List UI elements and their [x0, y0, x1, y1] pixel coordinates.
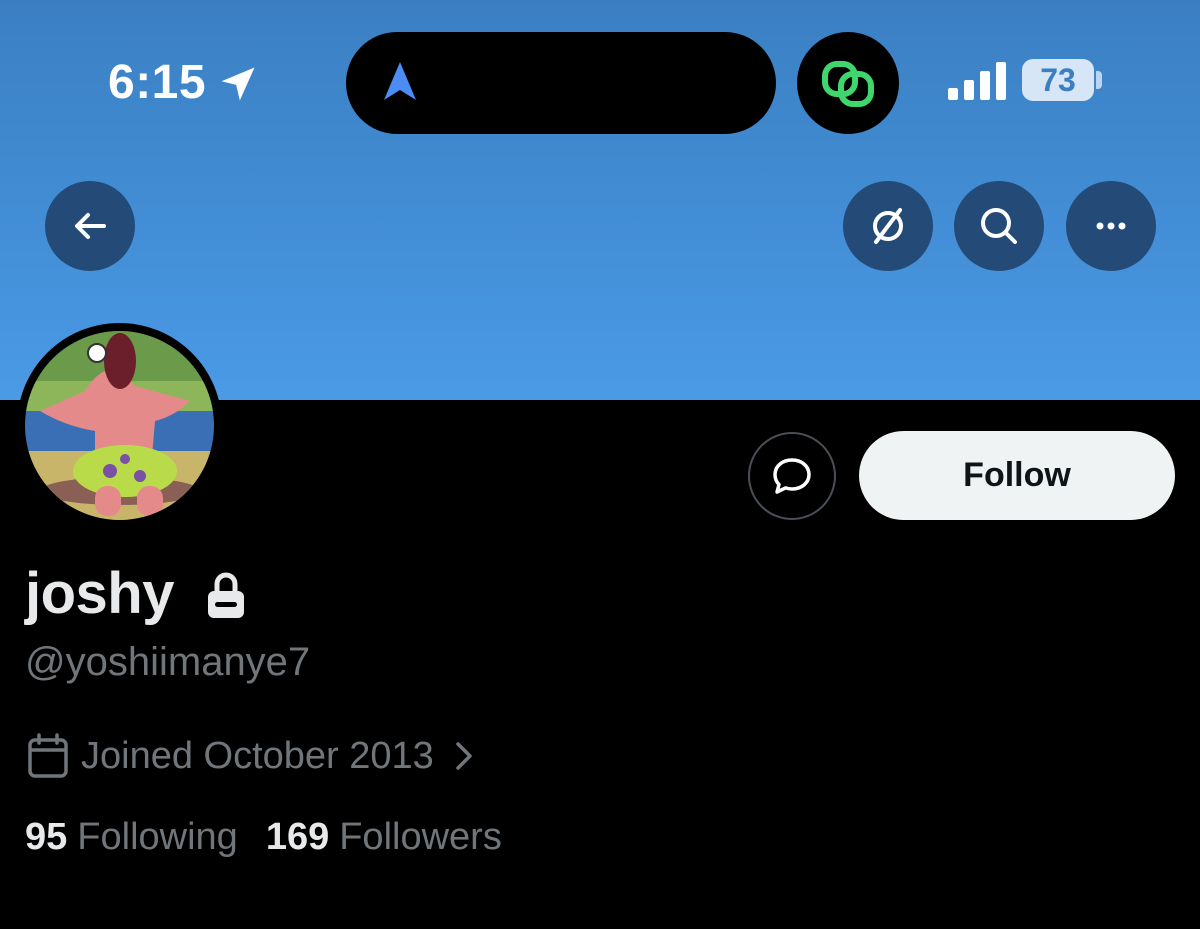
more-icon: [1096, 222, 1126, 230]
lock-icon: [208, 572, 244, 618]
message-bubble-icon: [773, 458, 811, 494]
battery-nub: [1096, 71, 1102, 89]
following-count: 95: [25, 816, 68, 858]
profile-avatar[interactable]: [17, 323, 222, 528]
battery-icon: 73: [1022, 59, 1094, 101]
status-time: 6:15: [108, 56, 207, 109]
follow-button[interactable]: Follow: [859, 431, 1175, 520]
location-arrow-icon: [221, 67, 255, 101]
followers-stat[interactable]: 169 Followers: [266, 816, 502, 859]
signal-bars-icon: [948, 62, 1006, 100]
joined-date: Joined October 2013: [81, 734, 434, 777]
followers-label: Followers: [339, 816, 502, 858]
message-button[interactable]: [748, 432, 836, 520]
grok-button[interactable]: [843, 181, 933, 271]
user-handle: @yoshiimanye7: [25, 640, 311, 684]
chevron-right-icon: [456, 742, 472, 770]
link-app-indicator: [797, 32, 899, 134]
joined-date-row[interactable]: Joined October 2013: [27, 733, 478, 779]
navigation-icon: [384, 62, 416, 100]
grok-icon: [873, 208, 903, 244]
following-stat[interactable]: 95 Following: [25, 816, 238, 859]
follow-stats: 95 Following 169 Followers: [25, 816, 530, 859]
following-label: Following: [77, 816, 238, 858]
back-button[interactable]: [45, 181, 135, 271]
search-icon: [981, 208, 1017, 244]
back-arrow-icon: [75, 213, 106, 239]
followers-count: 169: [265, 816, 330, 858]
avatar-image: [25, 331, 214, 520]
link-app-icon: [822, 61, 874, 107]
calendar-icon: [28, 733, 68, 778]
display-name: joshy: [25, 561, 175, 626]
more-button[interactable]: [1066, 181, 1156, 271]
search-button[interactable]: [954, 181, 1044, 271]
